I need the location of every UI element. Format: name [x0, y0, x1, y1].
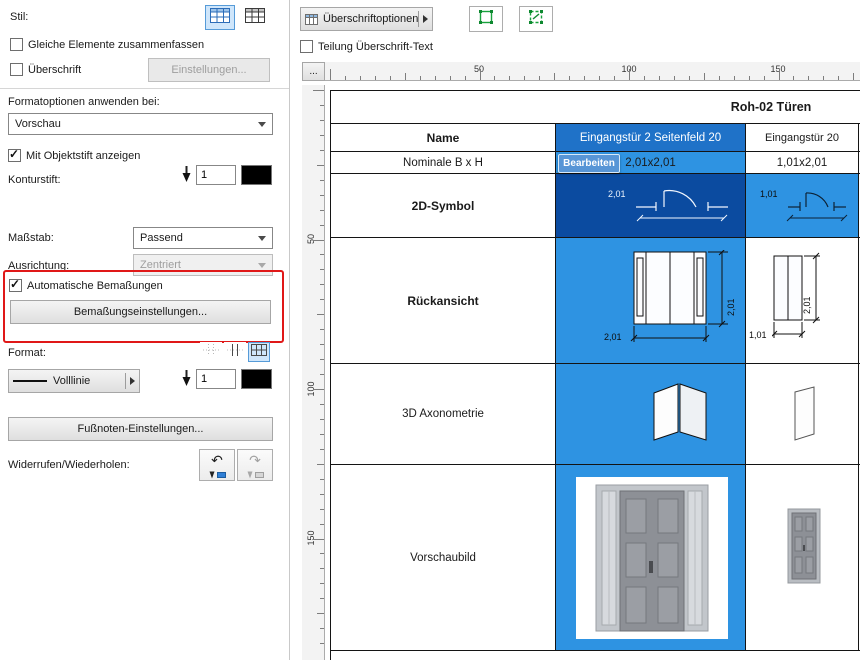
header-options-button[interactable]: Überschriftoptionen [300, 7, 433, 31]
contour-pen-input[interactable] [196, 165, 236, 185]
column-lines-icon [227, 343, 243, 361]
line-type-button[interactable]: Volllinie [8, 369, 140, 393]
door-photo-image [576, 477, 728, 642]
style-grid-button-2[interactable] [240, 5, 270, 30]
dimension-settings-button[interactable]: Bemaßungseinstellungen... [10, 300, 271, 324]
row-header-preview-image[interactable]: Vorschaubild [331, 465, 556, 651]
redo-button[interactable] [237, 449, 273, 481]
cell-3d-col1[interactable] [556, 364, 746, 465]
column-header-2[interactable]: Eingangstür 20 [746, 124, 859, 152]
undo-button[interactable] [199, 449, 235, 481]
row-header-2d-symbol[interactable]: 2D-Symbol [331, 174, 556, 238]
cell-2d-symbol-col2[interactable]: 1,01 [746, 174, 859, 238]
ruler-v[interactable]: 50 100 150 [302, 85, 325, 660]
application-window: Stil: Gleiche Elemente zusammenfassen Üb… [0, 0, 860, 660]
column-header-selected[interactable]: Eingangstür 2 Seitenfeld 20 [556, 124, 746, 152]
alignment-select: Zentriert [133, 254, 273, 276]
flyout-arrow-icon [423, 15, 428, 23]
undo-arrow-icon [211, 452, 223, 470]
schedule-table: Roh-02 Türen Name Eingangstür 2 Seitenfe… [331, 91, 860, 651]
frame-edit-tool-button[interactable] [519, 6, 553, 32]
cell-preview-image-col1[interactable] [556, 465, 746, 651]
dotted-grid-icon [203, 343, 219, 361]
pen-icon [181, 370, 192, 392]
table-grid-blue-icon [210, 8, 230, 28]
row-header-3d[interactable]: 3D Axonometrie [331, 364, 556, 465]
cell-rear-view-col2[interactable]: 1,01 2,01 [746, 238, 859, 364]
format-columns-button[interactable] [224, 342, 246, 362]
full-grid-icon [251, 343, 267, 361]
pen-and-swatch-icon-disabled [247, 471, 264, 479]
split-header-checkbox[interactable] [300, 40, 313, 53]
cell-size-col2[interactable]: 1,01x2,01 [746, 152, 859, 174]
door-elevation-drawing [630, 250, 742, 357]
table-title: Roh-02 Türen [731, 100, 812, 114]
door-photo-image-small [782, 507, 826, 590]
scale-select[interactable]: Passend [133, 227, 273, 249]
cell-3d-col2[interactable] [746, 364, 859, 465]
row-header-size[interactable]: Nominale B x H [331, 152, 556, 174]
cell-rear-view-col1[interactable]: 2,01 2,01 [556, 238, 746, 364]
door-plan-drawing [634, 180, 730, 229]
redo-arrow-icon [249, 452, 261, 470]
apply-options-label: Formatoptionen anwenden bei: [8, 96, 160, 108]
split-header-label: Teilung Überschrift-Text [318, 41, 433, 53]
header-settings-button: Einstellungen... [148, 58, 270, 82]
style-grid-button-selected[interactable] [205, 5, 235, 30]
combine-elements-checkbox[interactable] [10, 38, 23, 51]
format-grid-button[interactable] [248, 342, 270, 362]
pen-and-swatch-icon [209, 471, 226, 479]
door-plan-drawing-small [786, 180, 848, 229]
object-pen-label: Mit Objektstift anzeigen [26, 150, 140, 162]
row-header-name[interactable]: Name [331, 124, 556, 152]
contour-pen-color-swatch[interactable] [241, 165, 272, 185]
edit-cell-button[interactable]: Bearbeiten [558, 154, 620, 173]
green-frame-edit-icon [526, 8, 546, 31]
line-pen-input[interactable] [196, 369, 236, 389]
table-header-icon [305, 14, 318, 25]
header-checkbox[interactable] [10, 63, 23, 76]
row-header-rear-view[interactable]: Rückansicht [331, 238, 556, 364]
green-frame-icon [476, 8, 496, 31]
frame-tool-button[interactable] [469, 6, 503, 32]
footnotes-settings-button[interactable]: Fußnoten-Einstellungen... [8, 417, 273, 441]
auto-dimension-checkbox[interactable] [9, 279, 22, 292]
schedule-preview: Roh-02 Türen Name Eingangstür 2 Seitenfe… [330, 90, 860, 660]
apply-options-select[interactable]: Vorschau [8, 113, 273, 135]
door-3d-drawing-small [792, 384, 818, 445]
panel-separator [0, 88, 289, 89]
format-no-lines-button[interactable] [200, 342, 222, 362]
alignment-label: Ausrichtung: [8, 260, 69, 272]
combine-elements-label: Gleiche Elemente zusammenfassen [28, 39, 204, 51]
panel-divider [289, 0, 290, 660]
chevron-down-icon [258, 236, 266, 241]
ruler-h[interactable]: 50 100 150 [325, 62, 860, 81]
flyout-arrow-icon [130, 377, 135, 385]
undo-redo-label: Widerrufen/Wiederholen: [8, 459, 130, 471]
auto-dimension-label: Automatische Bemaßungen [27, 280, 163, 292]
door-elevation-drawing-small [772, 252, 838, 355]
ruler-corner-button[interactable]: ... [302, 62, 325, 81]
table-grid-dark-icon [245, 8, 265, 28]
cell-2d-symbol-col1[interactable]: 2,01 [556, 174, 746, 238]
door-3d-drawing [651, 380, 711, 447]
style-label: Stil: [10, 11, 28, 23]
chevron-down-icon [258, 263, 266, 268]
format-label: Format: [8, 347, 46, 359]
contour-pen-label: Konturstift: [8, 174, 61, 186]
line-pen-color-swatch[interactable] [241, 369, 272, 389]
solid-line-icon [13, 380, 47, 382]
object-pen-checkbox[interactable] [8, 149, 21, 162]
pen-icon [181, 166, 192, 188]
table-title-cell[interactable]: Roh-02 Türen [331, 91, 860, 124]
scale-label: Maßstab: [8, 232, 54, 244]
header-checkbox-label: Überschrift [28, 64, 81, 76]
chevron-down-icon [258, 122, 266, 127]
cell-preview-image-col2[interactable] [746, 465, 859, 651]
